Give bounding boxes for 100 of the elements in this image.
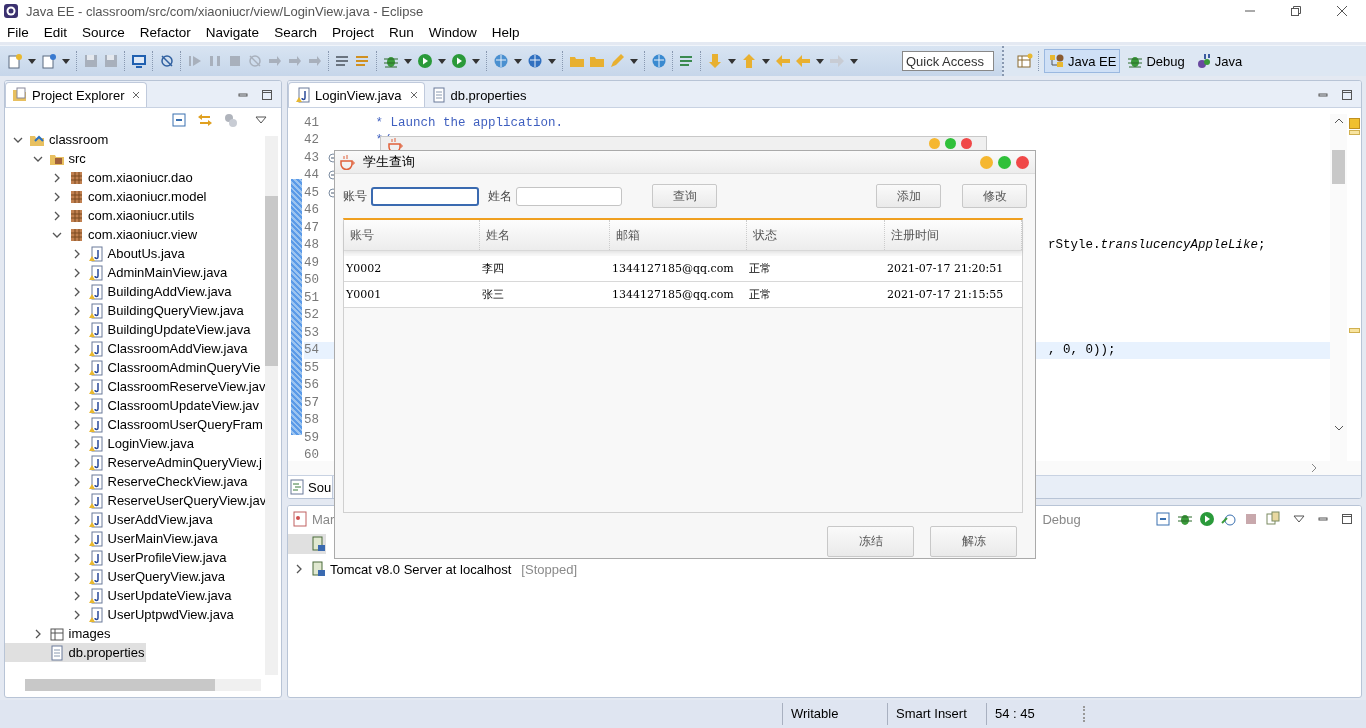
- caret-icon[interactable]: [62, 58, 70, 64]
- menu-item[interactable]: File: [6, 24, 30, 40]
- collapse-all-icon[interactable]: [171, 112, 187, 128]
- profile-icon[interactable]: [1221, 511, 1237, 527]
- tree-item[interactable]: AdminMainView.java: [5, 263, 230, 282]
- tree-item[interactable]: ReserveUserQueryView.jav: [5, 491, 269, 510]
- scrollbar[interactable]: [1332, 150, 1345, 184]
- server-item[interactable]: [288, 534, 326, 554]
- skip-breakpoints-icon[interactable]: [159, 53, 175, 69]
- tree-item[interactable]: AboutUs.java: [5, 244, 187, 263]
- footer-button[interactable]: 解冻: [930, 526, 1017, 557]
- menu-item[interactable]: Project: [330, 24, 375, 40]
- new-file-icon[interactable]: [7, 53, 23, 69]
- menu-item[interactable]: Search: [273, 24, 318, 40]
- chevron-icon[interactable]: [52, 210, 62, 221]
- tree-item[interactable]: ClassroomAddView.java: [5, 339, 250, 358]
- footer-button[interactable]: 冻结: [827, 526, 914, 557]
- editor-tab[interactable]: LoginView.java: [288, 82, 425, 107]
- tree-item[interactable]: ClassroomReserveView.jav: [5, 377, 268, 396]
- tree-item[interactable]: UserQueryView.java: [5, 567, 228, 586]
- quick-access-field[interactable]: Quick Access: [902, 51, 994, 71]
- open-perspective-icon[interactable]: [1017, 53, 1033, 69]
- publish-icon[interactable]: [1265, 511, 1281, 527]
- chevron-icon[interactable]: [52, 172, 62, 183]
- tree-item[interactable]: com.xiaoniucr.dao: [5, 168, 195, 187]
- caret-icon[interactable]: [472, 58, 480, 64]
- restore-icon[interactable]: [1290, 5, 1302, 17]
- menu-item[interactable]: Source: [81, 24, 126, 40]
- column-header[interactable]: 账号: [344, 220, 480, 250]
- source-tab[interactable]: Sou: [288, 476, 334, 498]
- run-icon[interactable]: [417, 53, 433, 69]
- close-icon[interactable]: [132, 91, 141, 99]
- tree-item[interactable]: db.properties: [5, 643, 147, 662]
- maximize-icon[interactable]: [1341, 513, 1353, 525]
- caret-icon[interactable]: [438, 58, 446, 64]
- caret-icon[interactable]: [28, 58, 36, 64]
- tree-item[interactable]: BuildingQueryView.java: [5, 301, 246, 320]
- caret-icon[interactable]: [548, 58, 556, 64]
- perspective-button[interactable]: Java: [1190, 49, 1247, 73]
- tree-item[interactable]: com.xiaoniucr.utils: [5, 206, 197, 225]
- project-explorer-tab[interactable]: Project Explorer: [5, 82, 148, 107]
- run-server-icon[interactable]: [451, 53, 467, 69]
- caret-icon[interactable]: [728, 58, 736, 64]
- column-header[interactable]: 状态: [747, 220, 885, 250]
- tree-item[interactable]: UserUpdateView.java: [5, 586, 234, 605]
- caret-icon[interactable]: [816, 58, 824, 64]
- warning-marker[interactable]: [1349, 118, 1360, 129]
- menu-item[interactable]: Refactor: [138, 24, 192, 40]
- close-icon[interactable]: [1336, 5, 1348, 17]
- tree-item[interactable]: UserUptpwdView.java: [5, 605, 236, 624]
- tree-item[interactable]: ClassroomUserQueryFram: [5, 415, 265, 434]
- tree-item[interactable]: BuildingAddView.java: [5, 282, 234, 301]
- tree-item[interactable]: com.xiaoniucr.model: [5, 187, 209, 206]
- tree-item[interactable]: com.xiaoniucr.view: [5, 225, 200, 244]
- editor-tab[interactable]: db.properties: [424, 83, 533, 107]
- tree-item[interactable]: UserMainView.java: [5, 529, 220, 548]
- menu-item[interactable]: Edit: [42, 24, 69, 40]
- tree-item[interactable]: BuildingUpdateView.java: [5, 320, 253, 339]
- debug-tab[interactable]: Debug: [1038, 511, 1085, 527]
- scrollbar[interactable]: [25, 679, 261, 691]
- scroll-down-icon[interactable]: [1334, 425, 1344, 431]
- column-header[interactable]: 邮箱: [610, 220, 747, 250]
- chevron-icon[interactable]: [52, 191, 62, 202]
- input-field[interactable]: [371, 186, 479, 206]
- new-class-icon[interactable]: [41, 53, 57, 69]
- caret-icon[interactable]: [514, 58, 522, 64]
- annotation-marker[interactable]: [1349, 328, 1360, 333]
- globe-icon[interactable]: [651, 53, 667, 69]
- lines-icon[interactable]: [335, 53, 351, 69]
- tree-item[interactable]: UserAddView.java: [5, 510, 215, 529]
- action-button[interactable]: 添加: [876, 184, 941, 208]
- action-button[interactable]: 修改: [962, 184, 1027, 208]
- close-dot[interactable]: [961, 138, 972, 149]
- chevron-icon[interactable]: [294, 564, 304, 574]
- menu-item[interactable]: Window: [427, 24, 478, 40]
- minimize-dot[interactable]: [929, 138, 940, 149]
- monitor-icon[interactable]: [131, 53, 147, 69]
- view-menu-icon[interactable]: [255, 116, 267, 124]
- tree-item[interactable]: ClassroomAdminQueryVie: [5, 358, 263, 377]
- tree-item[interactable]: images: [5, 624, 113, 643]
- tree-item[interactable]: src: [5, 149, 88, 168]
- tree-item[interactable]: UserProfileView.java: [5, 548, 229, 567]
- close-icon[interactable]: [409, 91, 418, 99]
- caret-icon[interactable]: [850, 58, 858, 64]
- minimize-dot[interactable]: [980, 155, 993, 169]
- search-button[interactable]: 查询: [652, 184, 717, 208]
- column-header[interactable]: 注册时间: [885, 220, 1022, 250]
- caret-icon[interactable]: [630, 58, 638, 64]
- menu-item[interactable]: Help: [490, 24, 521, 40]
- tree-item[interactable]: LoginView.java: [5, 434, 196, 453]
- tree-item[interactable]: ClassroomUpdateView.jav: [5, 396, 261, 415]
- caret-icon[interactable]: [404, 58, 412, 64]
- input-field[interactable]: [516, 186, 622, 206]
- new-service-icon[interactable]: [527, 53, 543, 69]
- scroll-right-icon[interactable]: [1311, 463, 1317, 473]
- new-server-icon[interactable]: [493, 53, 509, 69]
- menu-item[interactable]: Run: [387, 24, 415, 40]
- tree-item[interactable]: ReserveCheckView.java: [5, 472, 250, 491]
- maximize-icon[interactable]: [261, 89, 273, 101]
- view-menu-icon[interactable]: [1293, 513, 1305, 525]
